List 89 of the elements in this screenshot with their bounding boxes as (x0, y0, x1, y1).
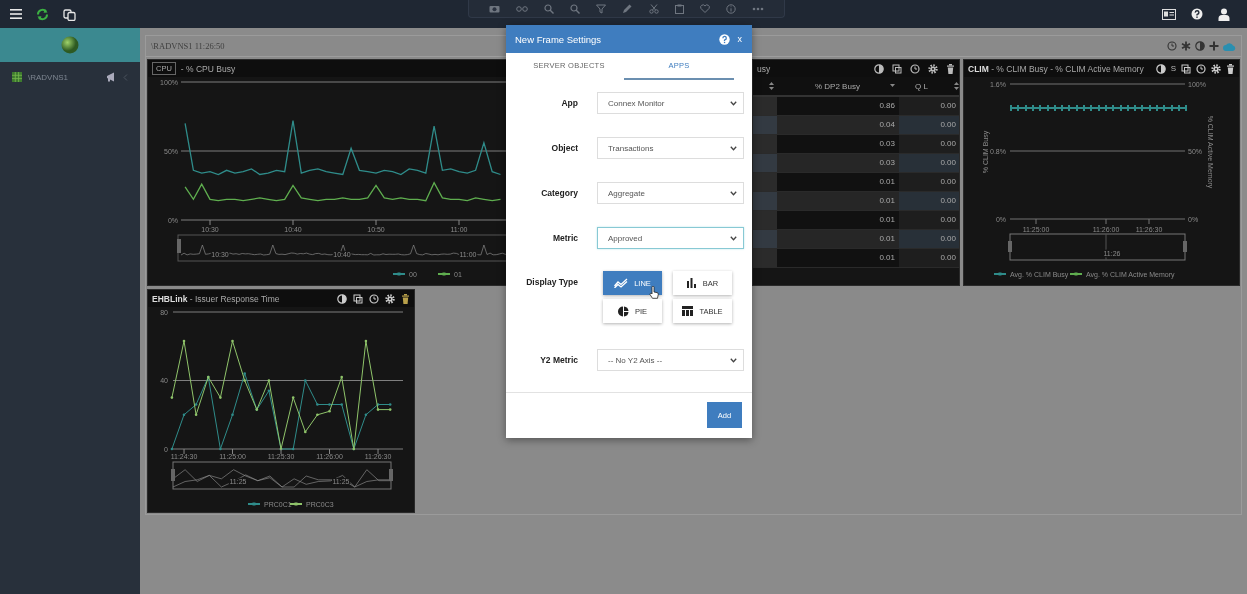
contrast-icon[interactable] (874, 63, 884, 74)
server-name[interactable]: \RADVNS1 (28, 72, 100, 82)
caret-icon (730, 100, 737, 106)
frame-title: usy (757, 63, 771, 74)
sort-icon[interactable] (953, 82, 959, 90)
table-cell: 0.03 (777, 154, 899, 172)
id-card-icon[interactable] (1162, 8, 1176, 20)
clipboard-icon[interactable] (674, 3, 684, 14)
table-cell: 0.01 (777, 249, 899, 267)
table-cell: 0.01 (777, 192, 899, 210)
table-cell: 0.01 (777, 173, 899, 191)
dropdown[interactable]: Transactions (597, 137, 744, 159)
table-cell: 0.03 (777, 135, 899, 153)
asterisk-icon[interactable] (1181, 41, 1191, 51)
pie-chart-icon (617, 305, 629, 317)
settings-icon[interactable] (385, 293, 395, 304)
copy-icon[interactable] (1181, 63, 1191, 74)
caret-icon (730, 357, 737, 363)
table-cell: 0.01 (777, 211, 899, 229)
dropdown[interactable]: Aggregate (597, 182, 744, 204)
frame-title: CLIM - % CLIM Busy - % CLIM Active Memory (968, 63, 1144, 74)
filter-icon[interactable] (596, 3, 607, 14)
frame-title: - % CPU Busy (180, 63, 236, 74)
table-cell (753, 154, 777, 172)
table-cell: 0.00 (899, 97, 959, 115)
dropdown[interactable]: Approved (597, 227, 744, 249)
field-label: App (560, 98, 578, 108)
table-cell: 0.00 (899, 116, 959, 134)
heart-icon[interactable] (699, 4, 710, 13)
globe-icon[interactable] (61, 36, 79, 54)
table-cell: 0.86 (777, 97, 899, 115)
camera-icon[interactable] (489, 4, 501, 13)
table-cell (753, 192, 777, 210)
copy-icon[interactable] (892, 63, 902, 74)
frame-title: EHBLink - Issuer Response Time (152, 293, 280, 304)
table-cell: 0.01 (777, 230, 899, 248)
close-button[interactable]: x (735, 34, 744, 44)
field-label: Y2 Metric (539, 355, 578, 365)
refresh-icon[interactable] (36, 7, 49, 21)
table-cell: 0.00 (899, 154, 959, 172)
field-label: Object (550, 143, 578, 153)
table-cell: 0.00 (899, 249, 959, 267)
trash-icon[interactable] (401, 293, 410, 304)
search-icon[interactable] (544, 3, 555, 14)
dropdown[interactable]: Connex Monitor (597, 92, 744, 114)
caret-icon (730, 190, 737, 196)
line-chart-icon (614, 278, 629, 288)
field-label: Category (540, 188, 578, 198)
caret-icon (730, 145, 737, 151)
table-cell: 0.00 (899, 192, 959, 210)
table-cell: 0.04 (777, 116, 899, 134)
server-icon (12, 72, 22, 82)
trash-icon[interactable] (946, 63, 955, 74)
table-cell (753, 230, 777, 248)
bar-chart-icon (686, 278, 697, 288)
table-cell: 0.00 (899, 173, 959, 191)
table-cell: 0.00 (899, 230, 959, 248)
plus-icon[interactable] (1209, 41, 1219, 51)
hand-cursor-icon (649, 286, 659, 299)
table-cell: 0.00 (899, 135, 959, 153)
user-icon[interactable] (1218, 7, 1230, 21)
sort-icon[interactable] (769, 82, 774, 90)
table-icon (682, 306, 694, 316)
more-icon[interactable] (751, 6, 764, 11)
menu-icon[interactable] (10, 9, 22, 19)
column-header[interactable]: Q L (915, 81, 928, 91)
sort-toggle[interactable]: S (1170, 64, 1176, 73)
field-label: Display Type (525, 276, 578, 289)
copy-icon[interactable] (63, 7, 76, 21)
column-header[interactable]: % DP2 Busy (815, 81, 860, 91)
megaphone-icon (106, 72, 117, 82)
sort-down-icon[interactable] (889, 84, 895, 88)
pencil-icon[interactable] (622, 3, 633, 14)
panel-title: \RADVNS1 11:26:50 (151, 41, 225, 51)
dialog-title: New Frame Settings (515, 33, 603, 45)
trash-icon[interactable] (1226, 63, 1235, 74)
search-icon[interactable] (570, 3, 581, 14)
dropdown[interactable]: -- No Y2 Axis -- (597, 349, 744, 371)
table-cell: 0.00 (899, 211, 959, 229)
settings-icon[interactable] (928, 63, 938, 74)
help-icon[interactable] (1191, 8, 1203, 20)
caret-icon (730, 235, 737, 241)
settings-icon[interactable] (1211, 63, 1221, 74)
field-label: Metric (551, 233, 578, 243)
copy-icon[interactable] (353, 293, 363, 304)
clock-icon[interactable] (910, 63, 920, 74)
table-cell (753, 116, 777, 134)
info-icon[interactable] (725, 3, 736, 14)
scissors-icon[interactable] (648, 3, 659, 14)
